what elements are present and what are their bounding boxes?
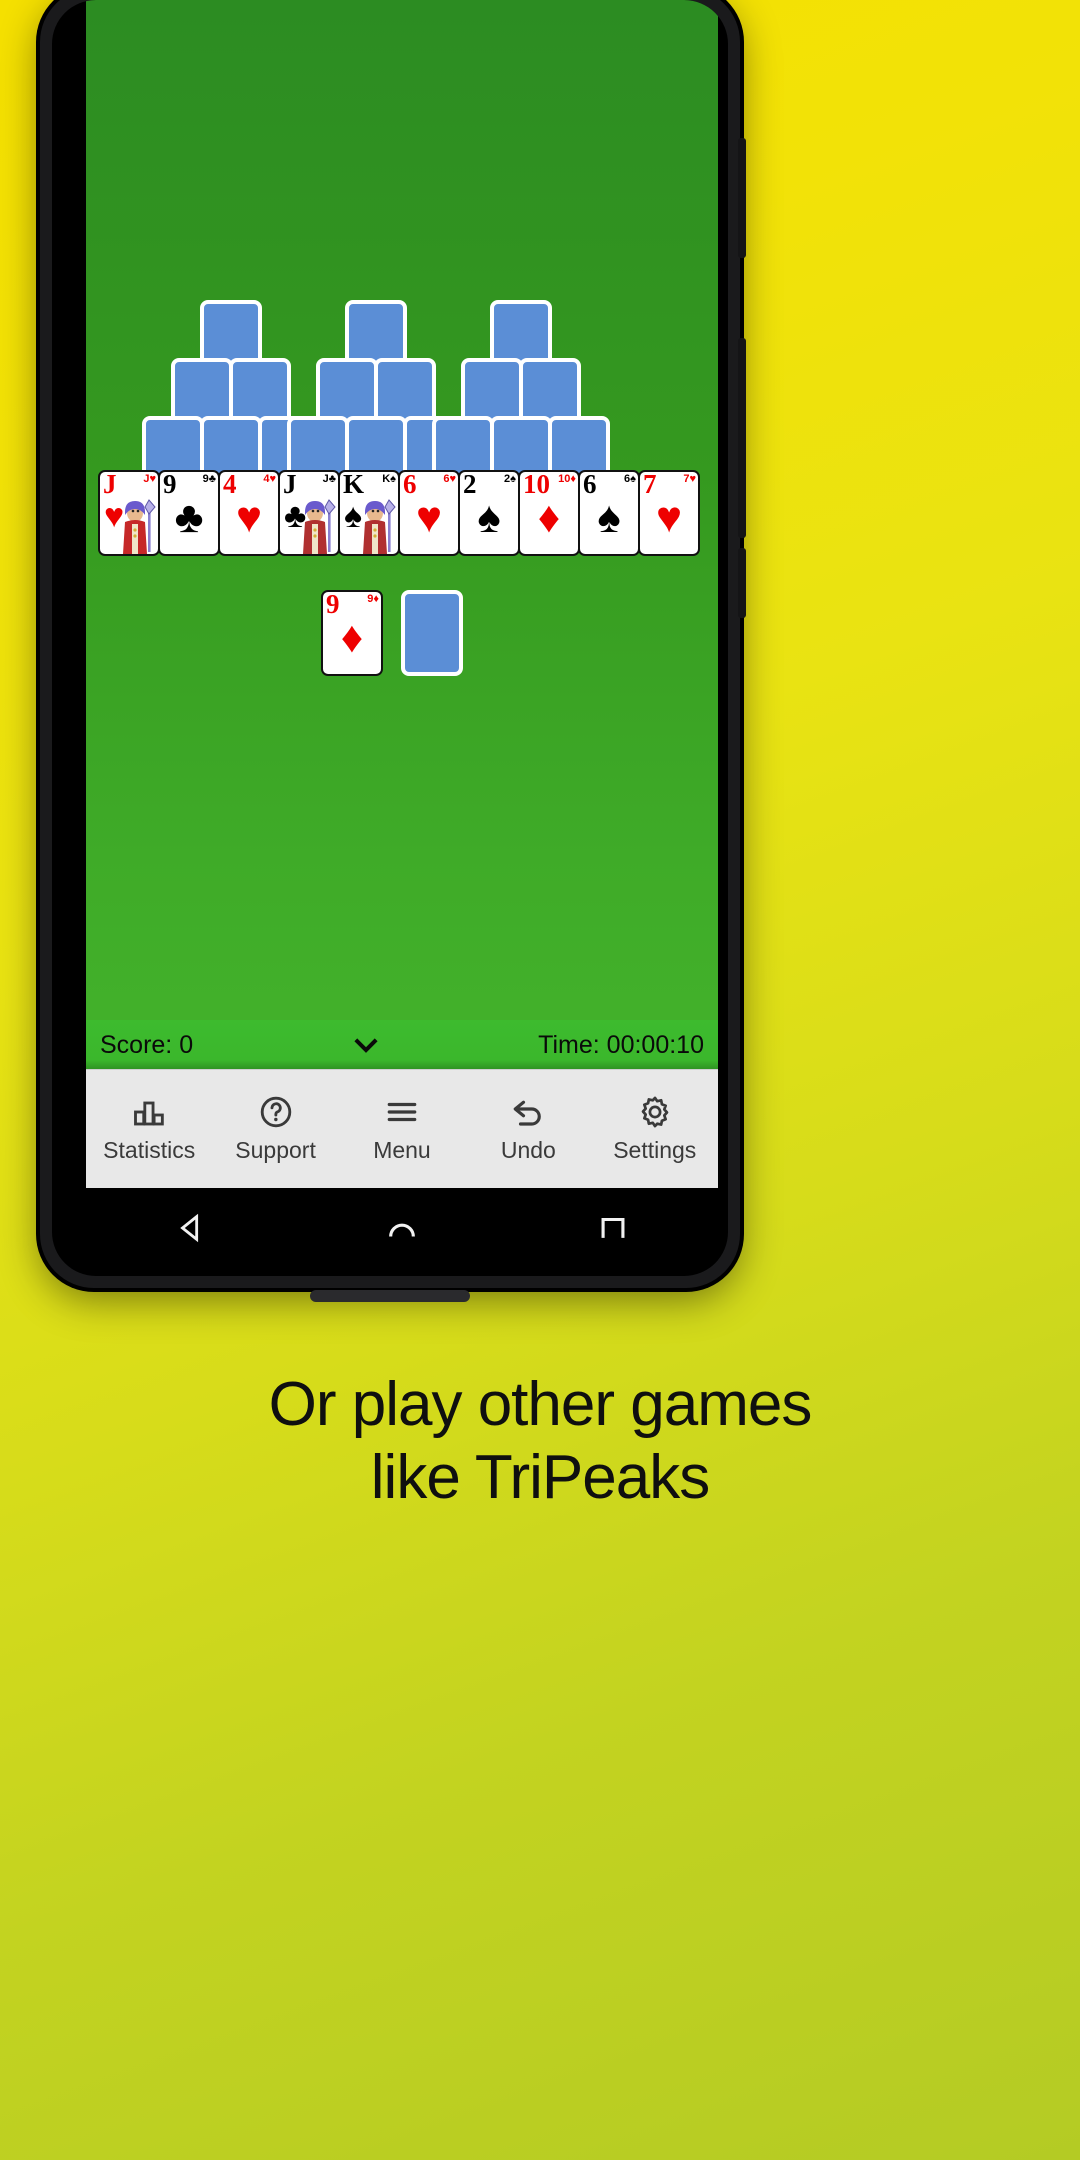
score-label: Score: 0 xyxy=(100,1030,194,1059)
undo-arrow-icon xyxy=(510,1094,546,1130)
caption-line-2: like TriPeaks xyxy=(370,1443,710,1513)
card-corner-index: 6♥ xyxy=(443,473,456,485)
card-rank: 7 xyxy=(643,470,657,499)
power-button[interactable] xyxy=(738,338,746,538)
card-suit-pip: ♥ xyxy=(415,493,443,542)
card-rank: K xyxy=(343,470,365,499)
card-corner-index: 4♥ xyxy=(263,473,276,485)
card-face-10-diamonds[interactable]: 10 10♦ ♦ xyxy=(518,470,580,556)
square-recents-icon[interactable] xyxy=(596,1211,630,1245)
card-face-J-hearts[interactable]: J J♥ ♥ xyxy=(98,470,160,556)
toolbar-label: Statistics xyxy=(103,1137,196,1163)
status-bar: Score: 0 Time: 00:00:10 xyxy=(86,1020,718,1070)
card-corner-index: 2♠ xyxy=(504,473,516,485)
android-nav-bar xyxy=(86,1188,718,1268)
card-corner-index: 7♥ xyxy=(683,473,696,485)
toolbar-label: Settings xyxy=(613,1137,697,1163)
card-suit-pip: ♣ xyxy=(174,493,204,542)
waste-pile-card[interactable]: 9 9♦ ♦ xyxy=(321,590,383,676)
card-corner-index: 9♣ xyxy=(202,473,216,485)
card-face-4-hearts[interactable]: 4 4♥ ♥ xyxy=(218,470,280,556)
phone-chin-accent xyxy=(310,1290,470,1302)
card-rank: 6 xyxy=(583,470,597,499)
card-corner-index: J♥ xyxy=(143,473,156,485)
toolbar-label: Support xyxy=(235,1137,316,1163)
card-suit-pip: ♦ xyxy=(537,493,561,542)
card-face-6-hearts[interactable]: 6 6♥ ♥ xyxy=(398,470,460,556)
card-face-6-spades[interactable]: 6 6♠ ♠ xyxy=(578,470,640,556)
toolbar-button-statistics[interactable]: Statistics xyxy=(86,1094,212,1164)
card-rank: J xyxy=(283,470,297,499)
card-suit-pip: ♠ xyxy=(597,493,621,542)
toolbar-button-settings[interactable]: Settings xyxy=(592,1094,718,1164)
card-face-2-spades[interactable]: 2 2♠ ♠ xyxy=(458,470,520,556)
time-label: Time: 00:00:10 xyxy=(538,1030,704,1059)
toolbar-button-undo[interactable]: Undo xyxy=(465,1094,591,1164)
card-face-9-clubs[interactable]: 9 9♣ ♣ xyxy=(158,470,220,556)
caption-line-1: Or play other games xyxy=(268,1370,813,1439)
card-suit-pip: ♥ xyxy=(235,493,263,542)
card-face-K-spades[interactable]: K K♠ ♠ xyxy=(338,470,400,556)
card-table: J J♥ ♥ 9 9♣ ♣ 4 4♥ ♥ J J♣ ♣ K K♠ ♠ 6 6♥ ♥ 2 2♠ ♠ 10 10♦ ♦ 6 6♠ ♠ 7 7… xyxy=(86,0,718,1070)
card-corner-index: J♣ xyxy=(322,473,336,485)
triangle-back-icon[interactable] xyxy=(174,1211,208,1245)
card-suit-pip: ♥ xyxy=(655,493,683,542)
card-rank: J xyxy=(103,470,117,499)
toolbar-label: Undo xyxy=(500,1137,556,1163)
card-rank: 4 xyxy=(223,470,237,499)
card-corner-index: 9♦ xyxy=(367,593,379,605)
card-suit-pip: ♠ xyxy=(477,493,501,542)
card-rank: 2 xyxy=(463,470,477,499)
phone-screen-bezel: J J♥ ♥ 9 9♣ ♣ 4 4♥ ♥ J J♣ ♣ K K♠ ♠ 6 6♥ ♥ 2 2♠ ♠ 10 10♦ ♦ 6 6♠ ♠ 7 7… xyxy=(52,0,728,1276)
circle-home-icon[interactable] xyxy=(385,1211,419,1245)
question-circle-icon xyxy=(258,1094,294,1130)
card-face-J-clubs[interactable]: J J♣ ♣ xyxy=(278,470,340,556)
chevron-down-icon[interactable] xyxy=(351,1030,381,1060)
gear-icon xyxy=(637,1094,673,1130)
bar-chart-icon xyxy=(131,1094,167,1130)
game-screen: J J♥ ♥ 9 9♣ ♣ 4 4♥ ♥ J J♣ ♣ K K♠ ♠ 6 6♥ ♥ 2 2♠ ♠ 10 10♦ ♦ 6 6♠ ♠ 7 7… xyxy=(86,0,718,1188)
toolbar-button-menu[interactable]: Menu xyxy=(339,1094,465,1164)
toolbar-label: Menu xyxy=(373,1137,431,1163)
card-rank: 6 xyxy=(403,470,417,499)
card-face-7-hearts[interactable]: 7 7♥ ♥ xyxy=(638,470,700,556)
volume-button[interactable] xyxy=(738,138,746,258)
card-rank: 9 xyxy=(326,590,340,619)
card-corner-index: K♠ xyxy=(382,473,396,485)
card-corner-index: 10♦ xyxy=(558,473,576,485)
bottom-toolbar: Statistics Support Menu Undo Settings xyxy=(86,1069,718,1188)
extra-side-button[interactable] xyxy=(738,548,746,618)
toolbar-button-support[interactable]: Support xyxy=(213,1094,339,1164)
promo-caption: Or play other games like TriPeaks xyxy=(0,1368,1080,1514)
card-suit-pip: ♦ xyxy=(340,613,364,662)
card-corner-index: 6♠ xyxy=(624,473,636,485)
stock-pile[interactable] xyxy=(401,590,463,676)
hamburger-icon xyxy=(384,1094,420,1130)
phone-frame: J J♥ ♥ 9 9♣ ♣ 4 4♥ ♥ J J♣ ♣ K K♠ ♠ 6 6♥ ♥ 2 2♠ ♠ 10 10♦ ♦ 6 6♠ ♠ 7 7… xyxy=(40,0,746,1302)
